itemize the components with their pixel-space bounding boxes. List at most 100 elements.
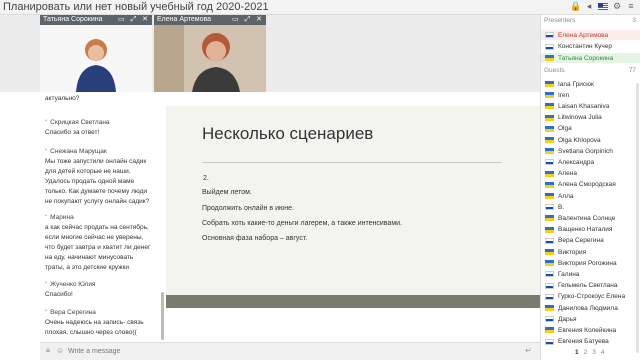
guest-item[interactable]: Дарья <box>545 314 577 324</box>
chat-message-line: на еду, начинают минусовать <box>45 254 134 261</box>
emoji-icon[interactable]: ☺ <box>55 346 65 356</box>
participants-scrollbar[interactable] <box>636 83 639 353</box>
menu-icon[interactable]: ≡ <box>626 1 636 12</box>
country-flag-icon <box>545 92 554 99</box>
presenter-item[interactable]: Татьяна Сорокина <box>545 53 613 63</box>
window-controls: 🔒 ◂ ⚙ ≡ <box>570 1 636 12</box>
guest-item[interactable]: Вера Серегина <box>545 236 604 246</box>
presentation-slide: Несколько сценариев 2. Выйдем летом. Про… <box>166 106 540 308</box>
video-controls[interactable]: ▭ ⤢ ✕ <box>118 15 150 25</box>
country-flag-icon <box>545 193 554 199</box>
country-flag-icon <box>545 338 554 345</box>
guest-item[interactable]: Евгения Батуева <box>545 337 609 347</box>
chat-message-line: актуально? <box>45 95 80 102</box>
country-flag-icon <box>545 260 554 267</box>
guest-item[interactable]: Виктория <box>545 247 586 257</box>
presenters-label: Presenters <box>544 17 576 24</box>
video-feed <box>40 25 152 92</box>
country-flag-icon <box>545 32 554 38</box>
slide-number: 2. <box>203 175 209 182</box>
guest-item[interactable]: Ващенко Наталия <box>545 225 612 235</box>
guest-item[interactable]: Litwinowa Julia <box>545 113 602 123</box>
settings-icon[interactable]: ⚙ <box>612 1 622 12</box>
chat-message: Марина а как сейчас продать на сентябрь,… <box>45 213 150 273</box>
guest-item[interactable]: Данилова Людмила <box>545 303 618 313</box>
video-tile[interactable]: Татьяна Сорокина ▭ ⤢ ✕ <box>40 15 152 92</box>
country-flag-icon <box>545 159 554 166</box>
send-icon[interactable]: ↵ <box>523 346 534 356</box>
page-link[interactable]: 4 <box>601 349 605 356</box>
guest-item[interactable]: Александра <box>545 157 594 167</box>
guest-name: Алена Смородская <box>558 181 616 189</box>
presenter-name: Константин Кучер <box>558 43 613 50</box>
page-link[interactable]: 2 <box>584 349 588 356</box>
lock-icon: 🔒 <box>570 1 582 11</box>
guest-item[interactable]: Svetlana Gorpinich <box>545 146 613 156</box>
country-flag-icon <box>545 293 554 300</box>
chat-author: Вера Серегина <box>45 308 144 318</box>
country-flag-icon <box>545 204 554 211</box>
video-feed <box>154 25 266 92</box>
guest-item[interactable]: Валентина Солнце <box>545 213 615 223</box>
chat-author: Скрицкая Светлана <box>45 118 109 128</box>
chat-message-line: Очень надеюсь на запись- связь <box>45 319 144 326</box>
guest-item[interactable]: Галина <box>545 269 579 279</box>
country-flag-icon <box>545 316 554 323</box>
guest-item[interactable]: Алена <box>545 169 577 179</box>
menu-icon[interactable]: ≡ <box>43 346 53 356</box>
guest-item[interactable]: Olga Khlopova <box>545 135 601 145</box>
chat-message-line: что будет завтра и хватит ли денег <box>45 244 151 251</box>
chat-message-line: если многие сейчас не уверены, <box>45 234 144 241</box>
slide-bullet: Основная фаза набора – август. <box>202 235 308 242</box>
country-flag-icon <box>545 327 554 334</box>
chat-message-input[interactable] <box>68 346 508 358</box>
guest-name: Евгения Колейкина <box>558 326 617 334</box>
guest-item[interactable]: Olga <box>545 124 572 134</box>
guest-item[interactable]: Iana Грисюк <box>545 79 594 89</box>
page-link[interactable]: 1 <box>575 349 579 356</box>
guest-name: Iana Грисюк <box>558 80 594 88</box>
guest-item[interactable]: Iren <box>545 90 569 100</box>
country-flag-icon <box>545 170 554 177</box>
language-flag-icon[interactable] <box>598 3 608 10</box>
page-link[interactable]: 3 <box>592 349 596 356</box>
window-title-bar: Планировать или нет новый учебный год 20… <box>0 0 640 15</box>
guest-name: Iren <box>558 91 570 99</box>
country-flag-icon <box>545 43 554 50</box>
slide-bullet: Выйдем летом. <box>202 189 252 196</box>
guest-name: Olga <box>558 125 572 133</box>
chat-message: Вера Серегина Очень надеюсь на запись- с… <box>45 308 144 338</box>
guest-item[interactable]: В. <box>545 202 564 212</box>
presenter-item[interactable]: Елена Артемова <box>545 30 608 40</box>
guest-name: Евгения Батуева <box>558 338 609 346</box>
country-flag-icon <box>545 215 554 222</box>
chat-scrollbar[interactable] <box>161 292 164 340</box>
country-flag-icon <box>545 249 554 255</box>
guest-name: Виктория <box>558 248 587 256</box>
guest-item[interactable]: Алена Смородская <box>545 180 616 190</box>
presentation-area: Несколько сценариев 2. Выйдем летом. Про… <box>166 92 540 342</box>
chat-author: Жученко Юлия <box>45 280 95 290</box>
guest-name: Svetlana Gorpinich <box>558 147 613 155</box>
chat-panel: актуально? Скрицкая Светлана Спасибо за … <box>40 92 166 342</box>
chat-message-line: Спасибо! <box>45 291 73 298</box>
presenter-item[interactable]: Константин Кучер <box>545 42 612 52</box>
chat-author: Марина <box>45 213 150 223</box>
guest-item[interactable]: Евгения Колейкина <box>545 325 616 335</box>
country-flag-icon <box>545 148 554 155</box>
chat-message-line: плохая, слышно через слово(( <box>45 329 137 336</box>
guest-item[interactable]: Виктория Рогожина <box>545 258 617 268</box>
guest-item[interactable]: Laisan Khasanіva <box>545 101 609 111</box>
guest-item[interactable]: Алла <box>545 191 574 201</box>
guest-item[interactable]: Гурко-Строкоус Елена <box>545 292 625 302</box>
volume-icon[interactable]: ◂ <box>584 1 594 12</box>
guest-name: Гельмель Светлана <box>558 282 618 290</box>
video-controls[interactable]: ▭ ⤢ ✕ <box>232 15 264 25</box>
webcam-image <box>154 25 266 92</box>
guest-name: Виктория Рогожина <box>558 259 617 267</box>
country-flag-icon <box>545 81 554 87</box>
presenter-name: Елена Артемова <box>558 31 609 39</box>
guest-item[interactable]: Гельмель Светлана <box>545 281 617 291</box>
chat-message-line: не покупают услугу онлайн садик? <box>45 198 150 205</box>
video-tile[interactable]: Елена Артемова ▭ ⤢ ✕ <box>154 15 266 92</box>
